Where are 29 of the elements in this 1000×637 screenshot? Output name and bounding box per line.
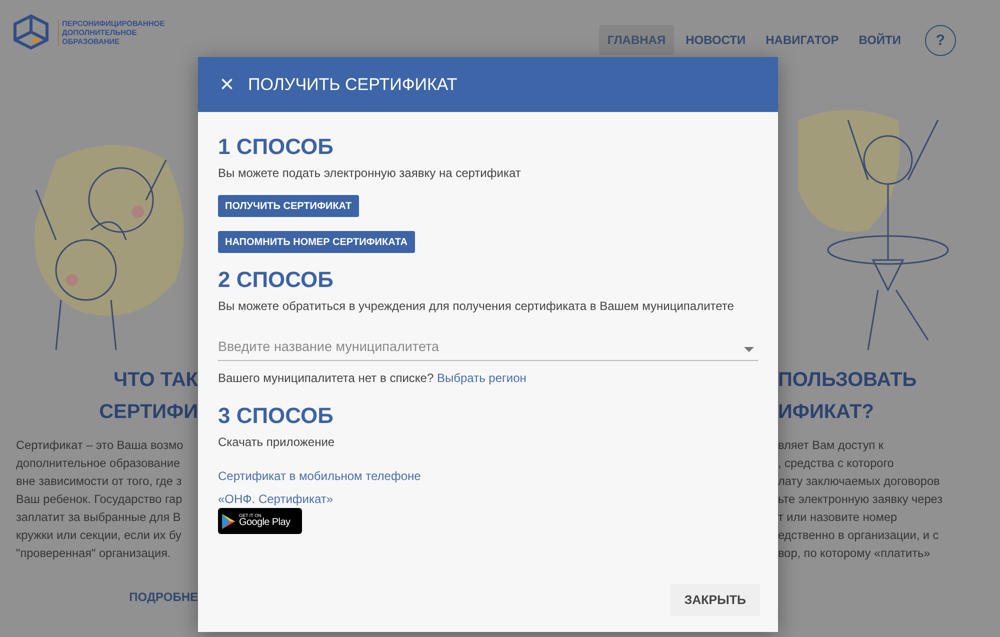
- method-heading: 3 СПОСОБ: [218, 403, 334, 429]
- help-button[interactable]: ?: [925, 24, 956, 56]
- app-link[interactable]: Сертификат в мобильном телефоне: [218, 469, 421, 483]
- dialog-title: ПОЛУЧИТЬ СЕРТИФИКАТ: [248, 74, 458, 94]
- municipality-dropdown[interactable]: Введите название муниципалитета: [218, 339, 758, 361]
- play-icon: [222, 514, 235, 528]
- close-icon[interactable]: ×: [220, 72, 234, 96]
- method-heading: 1 СПОСОБ: [218, 134, 334, 160]
- method-heading: 2 СПОСОБ: [218, 267, 334, 293]
- more-link[interactable]: ПОДРОБНЕ: [129, 590, 198, 604]
- close-button[interactable]: ЗАКРЫТЬ: [670, 584, 760, 616]
- description-text: вляет Вам доступ к , средства с которого лату заключаемых договоров ьте электронную заявку через т или назовите номер едственно в организации, и с вор, по которому «платить»: [778, 437, 944, 562]
- method-text: Вы можете подать электронную заявку на сертификат: [218, 166, 521, 180]
- choose-region-link[interactable]: Выбрать регион: [436, 371, 526, 385]
- logo-icon: [12, 14, 50, 50]
- nav-link[interactable]: НАВИГАТОР: [758, 25, 847, 55]
- badge-title: Google Play: [239, 518, 290, 528]
- caret-icon: [744, 347, 754, 352]
- get-certificate-button[interactable]: ПОЛУЧИТЬ СЕРТИФИКАТ: [218, 195, 359, 217]
- nav-link[interactable]: ВОЙТИ: [850, 25, 909, 55]
- section-heading: ЧТО ТАК СЕРТИФИ: [98, 368, 198, 425]
- hint-text: Вашего муниципалитета нет в списке? Выбрать регион: [218, 371, 526, 385]
- section-heading: ПОЛЬЗОВАТЬ ИФИКАТ?: [778, 368, 918, 425]
- method-text: Вы можете обратиться в учреждения для получения сертификата в Вашем муниципалитете: [218, 299, 734, 313]
- method-text: Скачать приложение: [218, 435, 335, 449]
- description-text: Сертификат – это Ваша возмо дополнительное образование вне зависимости от того, где з Ваш ребенок. Государство гар заплатит за выбранные для В кружки или секции, если их бу "проверенная" организация.: [16, 437, 184, 562]
- remind-number-button[interactable]: НАПОМНИТЬ НОМЕР СЕРТИФИКАТА: [218, 231, 415, 253]
- app-link[interactable]: «ОНФ. Сертификат»: [218, 492, 334, 506]
- nav-link[interactable]: НОВОСТИ: [678, 25, 754, 55]
